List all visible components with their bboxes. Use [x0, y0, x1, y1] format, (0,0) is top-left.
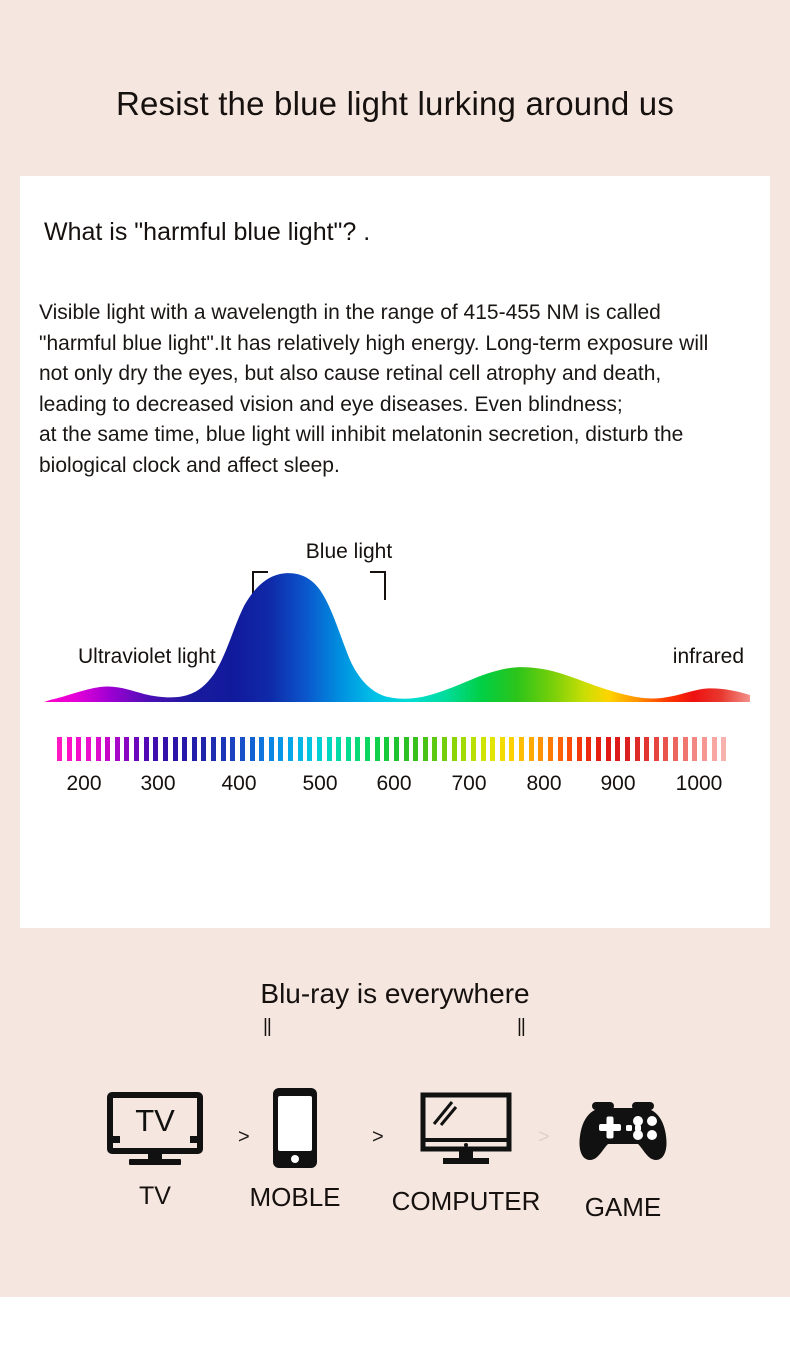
axis-tick: 1000 [675, 772, 723, 795]
body-line: at the same time, blue light will inhibi… [39, 423, 684, 446]
arrow-separator-2: > [372, 1126, 384, 1148]
card-heading: What is "harmful blue light"? . [44, 218, 371, 246]
spectrum-chart: Blue light Ultraviolet light infrared 20… [44, 540, 750, 810]
axis-tick: 900 [600, 772, 636, 795]
monitor-icon [388, 1090, 544, 1170]
device-label: COMPUTER [391, 1186, 541, 1216]
body-line: biological clock and affect sleep. [39, 453, 340, 477]
arrow-separator-3: > [538, 1126, 550, 1148]
wavelength-color-bar [57, 737, 727, 761]
axis-tick: 400 [221, 772, 257, 795]
card-body-text: Visible light with a wavelength in the r… [39, 298, 790, 481]
spectrum-curve [44, 566, 750, 702]
tick-mark-right: || [517, 1016, 526, 1037]
device-list: TV TV > MOBLE > COMPUTER > GAME [0, 1088, 790, 1260]
section-title-bluray: Blu-ray is everywhere [260, 978, 530, 1009]
device-item-mobile: MOBLE [232, 1088, 358, 1213]
body-line: not only dry the eyes, but also cause re… [39, 362, 662, 385]
tv-icon: TV [92, 1090, 218, 1170]
axis-tick: 500 [302, 772, 338, 795]
device-item-computer: COMPUTER [388, 1090, 544, 1217]
axis-tick: 700 [451, 772, 487, 795]
tick-mark-left: || [263, 1016, 272, 1037]
device-label: GAME [584, 1192, 662, 1222]
device-label: MOBLE [249, 1182, 341, 1212]
axis-tick: 300 [140, 772, 176, 795]
axis-tick: 200 [66, 772, 102, 795]
body-line: "harmful blue light".It has relatively h… [39, 331, 709, 355]
device-item-tv: TV TV [92, 1090, 218, 1211]
device-label: TV [139, 1182, 171, 1210]
gamepad-icon [560, 1090, 686, 1170]
axis-tick: 800 [526, 772, 562, 795]
blue-light-annotation: Blue light [305, 540, 393, 563]
wavelength-axis: 200 300 400 500 600 700 800 900 1000 [44, 772, 750, 802]
mobile-icon [232, 1088, 358, 1168]
device-item-game: GAME [560, 1090, 686, 1223]
svg-text:TV: TV [135, 1103, 175, 1138]
info-card: What is "harmful blue light"? . Visible … [20, 176, 770, 928]
body-line: Visible light with a wavelength in the r… [39, 301, 661, 324]
axis-tick: 600 [376, 772, 412, 795]
page-title: Resist the blue light lurking around us [115, 85, 675, 122]
body-line: leading to decreased vision and eye dise… [39, 392, 623, 416]
page-root: Resist the blue light lurking around us … [0, 0, 790, 1348]
